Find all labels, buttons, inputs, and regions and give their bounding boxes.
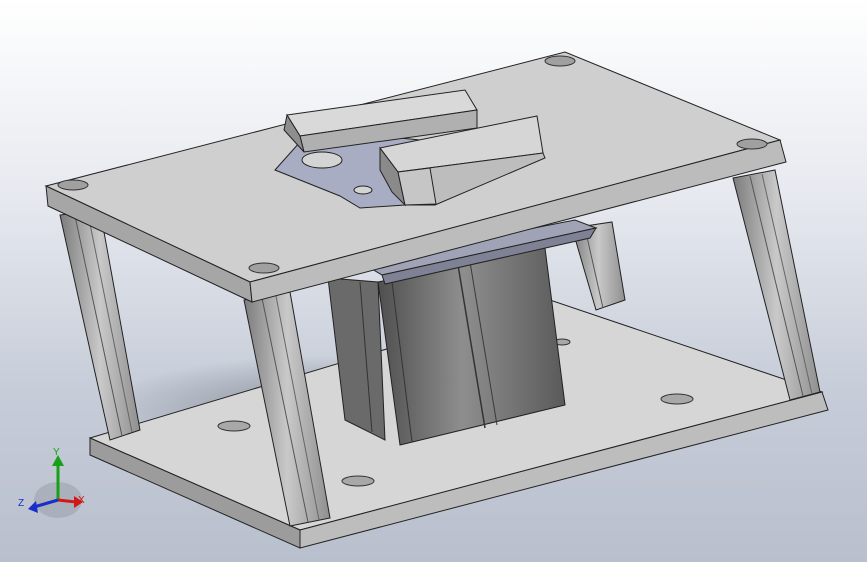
bracket-hole-small (353, 185, 373, 195)
top-plate-hole (57, 179, 89, 191)
top-plate-hole (248, 262, 280, 274)
coordinate-triad: Y X Z (18, 447, 85, 518)
y-axis-label: Y (53, 447, 60, 458)
bracket-hole-large (301, 151, 343, 169)
z-axis-label: Z (18, 498, 24, 509)
top-plate-hole (544, 55, 576, 67)
leg-front-left[interactable] (59, 209, 141, 441)
x-axis-label: X (78, 495, 85, 506)
top-plate-hole (736, 138, 768, 150)
leg-right[interactable] (732, 169, 821, 401)
bottom-plate-hole (341, 475, 375, 487)
3d-model-view[interactable]: Y X Z (0, 0, 867, 562)
bottom-plate-hole (660, 393, 694, 405)
graphics-viewport[interactable]: Y X Z (0, 0, 867, 562)
bottom-plate-hole (217, 420, 251, 432)
